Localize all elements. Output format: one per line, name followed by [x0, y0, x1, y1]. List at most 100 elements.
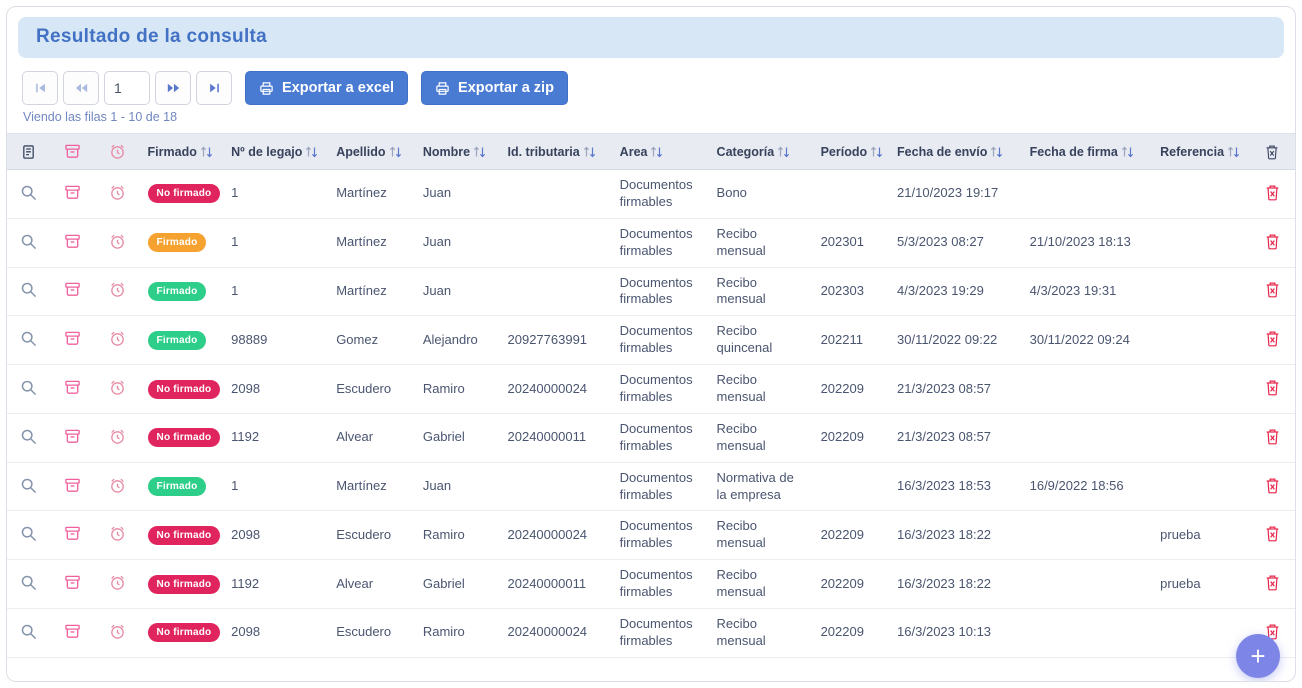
- clock-icon: [109, 379, 126, 399]
- column-header[interactable]: Nº de legajo: [223, 134, 328, 170]
- cell-referencia: [1152, 316, 1249, 365]
- cell-fecha-envio: 4/3/2023 19:29: [889, 267, 1022, 316]
- cell-nombre: Gabriel: [415, 413, 500, 462]
- add-button[interactable]: +: [1236, 634, 1280, 678]
- history-row-button[interactable]: [107, 328, 128, 352]
- sort-icon[interactable]: [1121, 146, 1134, 158]
- status-badge: No firmado: [148, 526, 221, 545]
- search-icon: [20, 574, 37, 594]
- archive-icon: [64, 574, 81, 594]
- status-badge: No firmado: [148, 428, 221, 447]
- sort-icon[interactable]: [1227, 146, 1240, 158]
- archive-row-button[interactable]: [62, 621, 83, 645]
- pager-prev-button[interactable]: [63, 71, 99, 105]
- clock-icon: [109, 281, 126, 301]
- cell-referencia: [1152, 218, 1249, 267]
- history-row-button[interactable]: [107, 182, 128, 206]
- archive-row-button[interactable]: [62, 231, 83, 255]
- view-row-button[interactable]: [18, 182, 39, 206]
- archive-row-button[interactable]: [62, 279, 83, 303]
- cell-periodo: 202209: [813, 365, 889, 414]
- archive-row-button[interactable]: [62, 572, 83, 596]
- sort-icon[interactable]: [389, 146, 402, 158]
- history-row-button[interactable]: [107, 231, 128, 255]
- sort-icon[interactable]: [305, 146, 318, 158]
- table-row: Firmado1MartínezJuanDocumentos firmables…: [7, 462, 1295, 511]
- archive-row-button[interactable]: [62, 475, 83, 499]
- cell-nombre: Juan: [415, 170, 500, 219]
- column-header[interactable]: Período: [813, 134, 889, 170]
- delete-row-button[interactable]: [1263, 523, 1282, 547]
- cell-periodo: 202303: [813, 267, 889, 316]
- column-header[interactable]: Referencia: [1152, 134, 1249, 170]
- column-header[interactable]: Firmado: [140, 134, 224, 170]
- table-row: No firmado1192AlvearGabriel20240000011Do…: [7, 560, 1295, 609]
- cell-fecha-envio: 21/3/2023 08:57: [889, 365, 1022, 414]
- column-header[interactable]: Apellido: [328, 134, 415, 170]
- cell-categoria: Recibo mensual: [709, 267, 813, 316]
- archive-row-button[interactable]: [62, 182, 83, 206]
- archive-row-button[interactable]: [62, 377, 83, 401]
- sort-icon[interactable]: [473, 146, 486, 158]
- archive-row-button[interactable]: [62, 523, 83, 547]
- cell-apellido: Martínez: [328, 218, 415, 267]
- history-row-button[interactable]: [107, 572, 128, 596]
- delete-row-button[interactable]: [1263, 572, 1282, 596]
- history-row-button[interactable]: [107, 621, 128, 645]
- page-number-input[interactable]: [104, 71, 150, 105]
- cell-apellido: Gomez: [328, 316, 415, 365]
- archive-row-button[interactable]: [62, 328, 83, 352]
- trash-icon: [1265, 428, 1280, 448]
- column-header[interactable]: Area: [612, 134, 709, 170]
- search-icon: [20, 379, 37, 399]
- history-row-button[interactable]: [107, 475, 128, 499]
- delete-row-button[interactable]: [1263, 426, 1282, 450]
- clock-icon: [109, 477, 126, 497]
- view-row-button[interactable]: [18, 523, 39, 547]
- status-badge: No firmado: [148, 184, 221, 203]
- sort-icon[interactable]: [777, 146, 790, 158]
- delete-row-button[interactable]: [1263, 377, 1282, 401]
- history-row-button[interactable]: [107, 426, 128, 450]
- cell-apellido: Martínez: [328, 462, 415, 511]
- history-row-button[interactable]: [107, 279, 128, 303]
- cell-area: Documentos firmables: [612, 462, 709, 511]
- sort-icon[interactable]: [650, 146, 663, 158]
- view-row-button[interactable]: [18, 231, 39, 255]
- view-row-button[interactable]: [18, 426, 39, 450]
- view-row-button[interactable]: [18, 572, 39, 596]
- status-badge: No firmado: [148, 575, 221, 594]
- column-header[interactable]: Nombre: [415, 134, 500, 170]
- export-excel-button[interactable]: Exportar a excel: [245, 71, 408, 105]
- view-row-button[interactable]: [18, 475, 39, 499]
- history-row-button[interactable]: [107, 377, 128, 401]
- delete-row-button[interactable]: [1263, 231, 1282, 255]
- sort-icon[interactable]: [870, 146, 883, 158]
- export-zip-button[interactable]: Exportar a zip: [421, 71, 568, 105]
- view-row-button[interactable]: [18, 328, 39, 352]
- clock-icon: [109, 525, 126, 545]
- column-header[interactable]: Id. tributaria: [500, 134, 612, 170]
- view-row-button[interactable]: [18, 621, 39, 645]
- pager-last-button[interactable]: [196, 71, 232, 105]
- search-icon: [20, 525, 37, 545]
- sort-icon[interactable]: [583, 146, 596, 158]
- column-header[interactable]: Fecha de envío: [889, 134, 1022, 170]
- view-row-button[interactable]: [18, 279, 39, 303]
- cell-fecha-envio: 5/3/2023 08:27: [889, 218, 1022, 267]
- pager-next-button[interactable]: [155, 71, 191, 105]
- delete-row-button[interactable]: [1263, 475, 1282, 499]
- column-header[interactable]: Categoría: [709, 134, 813, 170]
- delete-row-button[interactable]: [1263, 328, 1282, 352]
- history-row-button[interactable]: [107, 523, 128, 547]
- cell-apellido: Escudero: [328, 609, 415, 658]
- column-header[interactable]: Fecha de firma: [1022, 134, 1153, 170]
- delete-row-button[interactable]: [1263, 182, 1282, 206]
- delete-row-button[interactable]: [1263, 279, 1282, 303]
- view-row-button[interactable]: [18, 377, 39, 401]
- sort-icon[interactable]: [990, 146, 1003, 158]
- sort-icon[interactable]: [200, 146, 213, 158]
- pager-first-button[interactable]: [22, 71, 58, 105]
- archive-row-button[interactable]: [62, 426, 83, 450]
- cell-firmado: Firmado: [140, 462, 224, 511]
